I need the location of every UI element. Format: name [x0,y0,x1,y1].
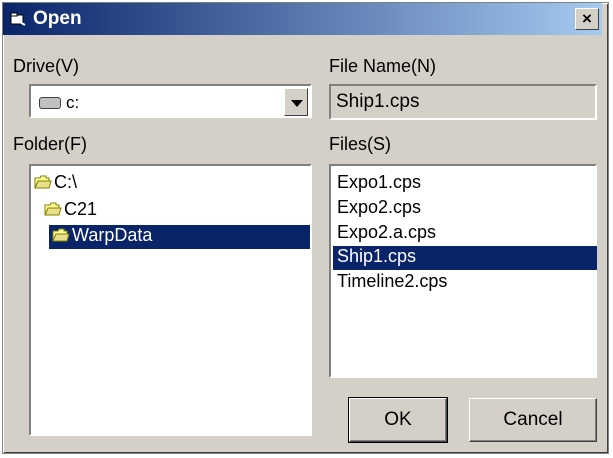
drive-value: c: [66,93,80,112]
open-folder-icon [52,228,70,242]
file-item[interactable]: Expo2.a.cps [333,222,597,246]
file-item[interactable]: Expo2.cps [333,197,597,221]
folder-item-label: C21 [64,199,98,219]
close-button[interactable]: × [575,8,599,30]
open-dialog-icon [10,12,26,26]
close-icon: × [582,9,592,28]
drive-label: Drive(V) [13,56,79,76]
folder-label: Folder(F) [13,134,88,154]
window-title: Open [33,8,82,29]
drive-dropdown-button[interactable] [284,88,308,116]
file-name-value: Ship1.cps [336,91,420,112]
folder-item-label: WarpData [72,225,153,245]
ok-button[interactable]: OK [348,397,448,443]
file-item[interactable]: Timeline2.cps [333,271,597,295]
open-folder-icon [34,175,52,189]
folder-item-warpdata[interactable]: WarpData [49,225,310,249]
folder-item-label: C:\ [54,172,78,192]
chevron-down-icon [291,100,303,107]
file-item[interactable]: Expo1.cps [333,172,597,196]
file-name-label: File Name(N) [329,56,437,76]
file-name-field[interactable]: Ship1.cps [329,84,597,120]
cancel-button[interactable]: Cancel [469,398,597,442]
files-label: Files(S) [329,134,391,154]
file-item-selected[interactable]: Ship1.cps [333,246,597,270]
drive-combobox[interactable]: c: [29,84,312,118]
open-folder-icon [44,202,62,216]
drive-icon [39,97,61,109]
folder-list[interactable]: C:\ C21 WarpData [29,164,312,436]
folder-item-c21[interactable]: C21 [44,199,97,223]
folder-item-root[interactable]: C:\ [34,172,77,196]
files-list[interactable]: Expo1.cps Expo2.cps Expo2.a.cps Ship1.cp… [329,164,597,378]
title-bar[interactable]: Open × [3,3,602,35]
